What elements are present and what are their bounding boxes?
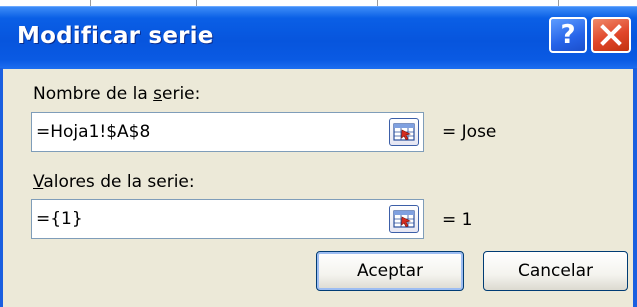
series-name-result: = Jose: [442, 122, 497, 142]
series-name-ref-button[interactable]: [389, 118, 419, 146]
series-values-result: = 1: [442, 210, 473, 230]
window-border-left: [0, 68, 3, 307]
modify-series-dialog: Modificar serie ? Nombre de la serie: =H…: [0, 6, 637, 307]
series-values-field[interactable]: [31, 199, 424, 239]
window-border-right: [633, 68, 637, 307]
series-name-input[interactable]: [36, 113, 366, 151]
series-name-field[interactable]: [31, 112, 424, 152]
range-select-icon: [393, 123, 415, 141]
ok-button[interactable]: Aceptar: [316, 251, 464, 291]
series-values-input[interactable]: [36, 200, 366, 238]
cancel-button[interactable]: Cancelar: [483, 251, 628, 291]
dialog-title: Modificar serie: [17, 23, 214, 49]
close-x-icon: [600, 24, 622, 46]
series-values-label: Valores de la serie:: [33, 172, 195, 192]
help-button[interactable]: ?: [549, 17, 587, 53]
close-button[interactable]: [591, 17, 631, 53]
title-bar[interactable]: Modificar serie ?: [0, 6, 637, 69]
question-mark-icon: ?: [560, 20, 576, 50]
series-name-label: Nombre de la serie:: [33, 84, 201, 104]
range-select-icon: [393, 210, 415, 228]
series-values-ref-button[interactable]: [389, 205, 419, 233]
